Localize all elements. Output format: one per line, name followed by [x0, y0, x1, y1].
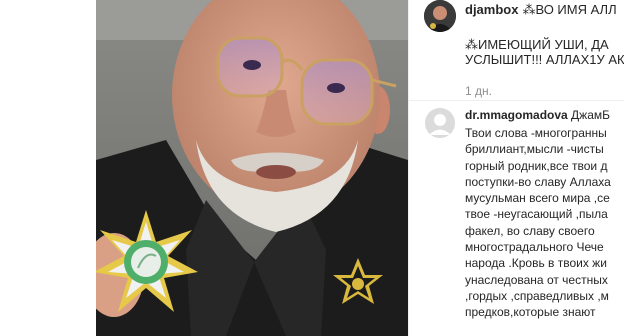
comment-line: поступки-во славу Аллаха	[465, 174, 611, 189]
comment-text: Твои слова -многогранны бриллиант,мысли …	[465, 125, 611, 321]
left-margin	[0, 0, 96, 336]
comment-header: dr.mmagomadova ДжамБ	[465, 108, 610, 122]
comment-line: многострадального Чече	[465, 240, 604, 255]
comment-line: факел, во славу своего	[465, 223, 595, 238]
default-user-icon	[425, 108, 455, 138]
caption-line: УСЛЫШИТ!!! АЛЛАХ1У АК	[465, 52, 624, 67]
comment-line: мусульман всего мира ,се	[465, 191, 610, 206]
caption-line: ⁂ИМЕЮЩИЙ УШИ, ДА	[465, 37, 609, 52]
comment-line: народа .Кровь в твоих жи	[465, 256, 607, 271]
post-caption: ⁂ИМЕЮЩИЙ УШИ, ДА УСЛЫШИТ!!! АЛЛАХ1У АК	[465, 37, 624, 67]
comment-username[interactable]: dr.mmagomadova	[465, 108, 568, 122]
comment-line: Твои слова -многогранны	[465, 126, 607, 140]
comment-line: горный родник,все твои д	[465, 158, 608, 173]
comment-line: предков,которые знают	[465, 305, 596, 320]
divider	[409, 100, 624, 101]
post-image	[96, 0, 408, 336]
post-photo[interactable]	[96, 0, 408, 336]
comment-line: ,гордых ,справедливых ,м	[465, 288, 609, 303]
comment-line: бриллиант,мысли -чисты	[465, 142, 604, 157]
caption-head: ⁂ВО ИМЯ АЛЛ	[522, 2, 617, 17]
post-author-avatar[interactable]	[424, 0, 456, 32]
post-timestamp[interactable]: 1 дн.	[465, 84, 492, 98]
comment-avatar[interactable]	[425, 108, 455, 138]
post-username[interactable]: djambox	[465, 2, 518, 17]
comment-first-word: ДжамБ	[571, 108, 610, 122]
profile-photo-icon	[424, 0, 456, 32]
post-username-line: djambox ⁂ВО ИМЯ АЛЛ	[465, 2, 617, 18]
post-header: djambox ⁂ВО ИМЯ АЛЛ	[409, 0, 624, 34]
comment-line: твое -неугасающий ,пыла	[465, 207, 608, 222]
comment-line: унаследована от честных	[465, 272, 608, 287]
comments-panel: djambox ⁂ВО ИМЯ АЛЛ ⁂ИМЕЮЩИЙ УШИ, ДА УСЛЫ…	[408, 0, 624, 336]
